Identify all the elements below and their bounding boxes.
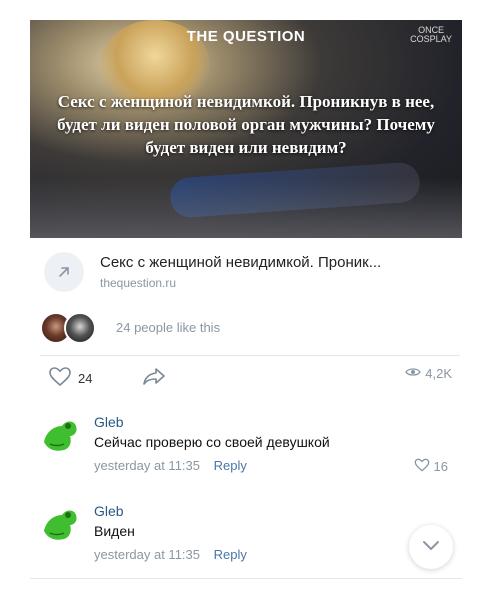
comment-author[interactable]: Gleb (94, 503, 124, 519)
likes-summary[interactable]: 24 people like this (116, 320, 220, 335)
image-brand-text: THE QUESTION (186, 28, 306, 45)
comment-meta: yesterday at 11:35 Reply (94, 547, 247, 562)
post-image[interactable]: THE QUESTION ONCE COSPLAY Секс с женщино… (30, 20, 462, 238)
comment-text: Сейчас проверю со своей девушкой (94, 434, 330, 450)
heart-icon (414, 458, 430, 475)
share-button[interactable] (142, 366, 166, 389)
divider (40, 355, 460, 356)
comment-text: Виден (94, 523, 135, 539)
comment-like-button[interactable]: 16 (414, 458, 448, 475)
post-actions: 24 4,2K (40, 364, 460, 394)
image-floor (30, 178, 462, 238)
comment-time: yesterday at 11:35 (94, 458, 200, 473)
divider (30, 578, 462, 579)
green-frog-icon[interactable] (40, 414, 80, 454)
eye-icon (405, 366, 422, 381)
scroll-down-button[interactable] (409, 525, 453, 569)
link-domain: thequestion.ru (100, 276, 177, 290)
link-title[interactable]: Секс с женщиной невидимкой. Проник... (100, 254, 381, 271)
chevron-down-icon (422, 538, 440, 556)
image-headline: Секс с женщиной невидимкой. Проникнув в … (57, 92, 435, 157)
avatar[interactable] (64, 312, 96, 344)
like-button[interactable]: 24 (48, 366, 92, 390)
comment: Gleb Виден yesterday at 11:35 Reply (40, 503, 460, 573)
image-watermark: ONCE COSPLAY (410, 26, 452, 44)
comment-meta: yesterday at 11:35 Reply (94, 458, 247, 473)
link-card[interactable]: Секс с женщиной невидимкой. Проник... th… (44, 250, 464, 296)
arrow-up-right-icon (44, 252, 84, 292)
watermark-line-2: COSPLAY (410, 34, 452, 44)
views-counter: 4,2K (405, 366, 452, 381)
heart-icon (48, 366, 72, 390)
comment-author[interactable]: Gleb (94, 414, 124, 430)
reply-button[interactable]: Reply (214, 547, 247, 562)
comment-time: yesterday at 11:35 (94, 547, 200, 562)
share-arrow-icon (142, 366, 166, 389)
comment-like-count: 16 (433, 459, 448, 474)
likes-row[interactable]: 24 people like this (40, 312, 460, 346)
reply-button[interactable]: Reply (214, 458, 247, 473)
like-count: 24 (78, 370, 93, 386)
comment: Gleb Сейчас проверю со своей девушкой ye… (40, 414, 460, 484)
green-frog-icon[interactable] (40, 503, 80, 543)
views-count: 4,2K (425, 366, 452, 381)
